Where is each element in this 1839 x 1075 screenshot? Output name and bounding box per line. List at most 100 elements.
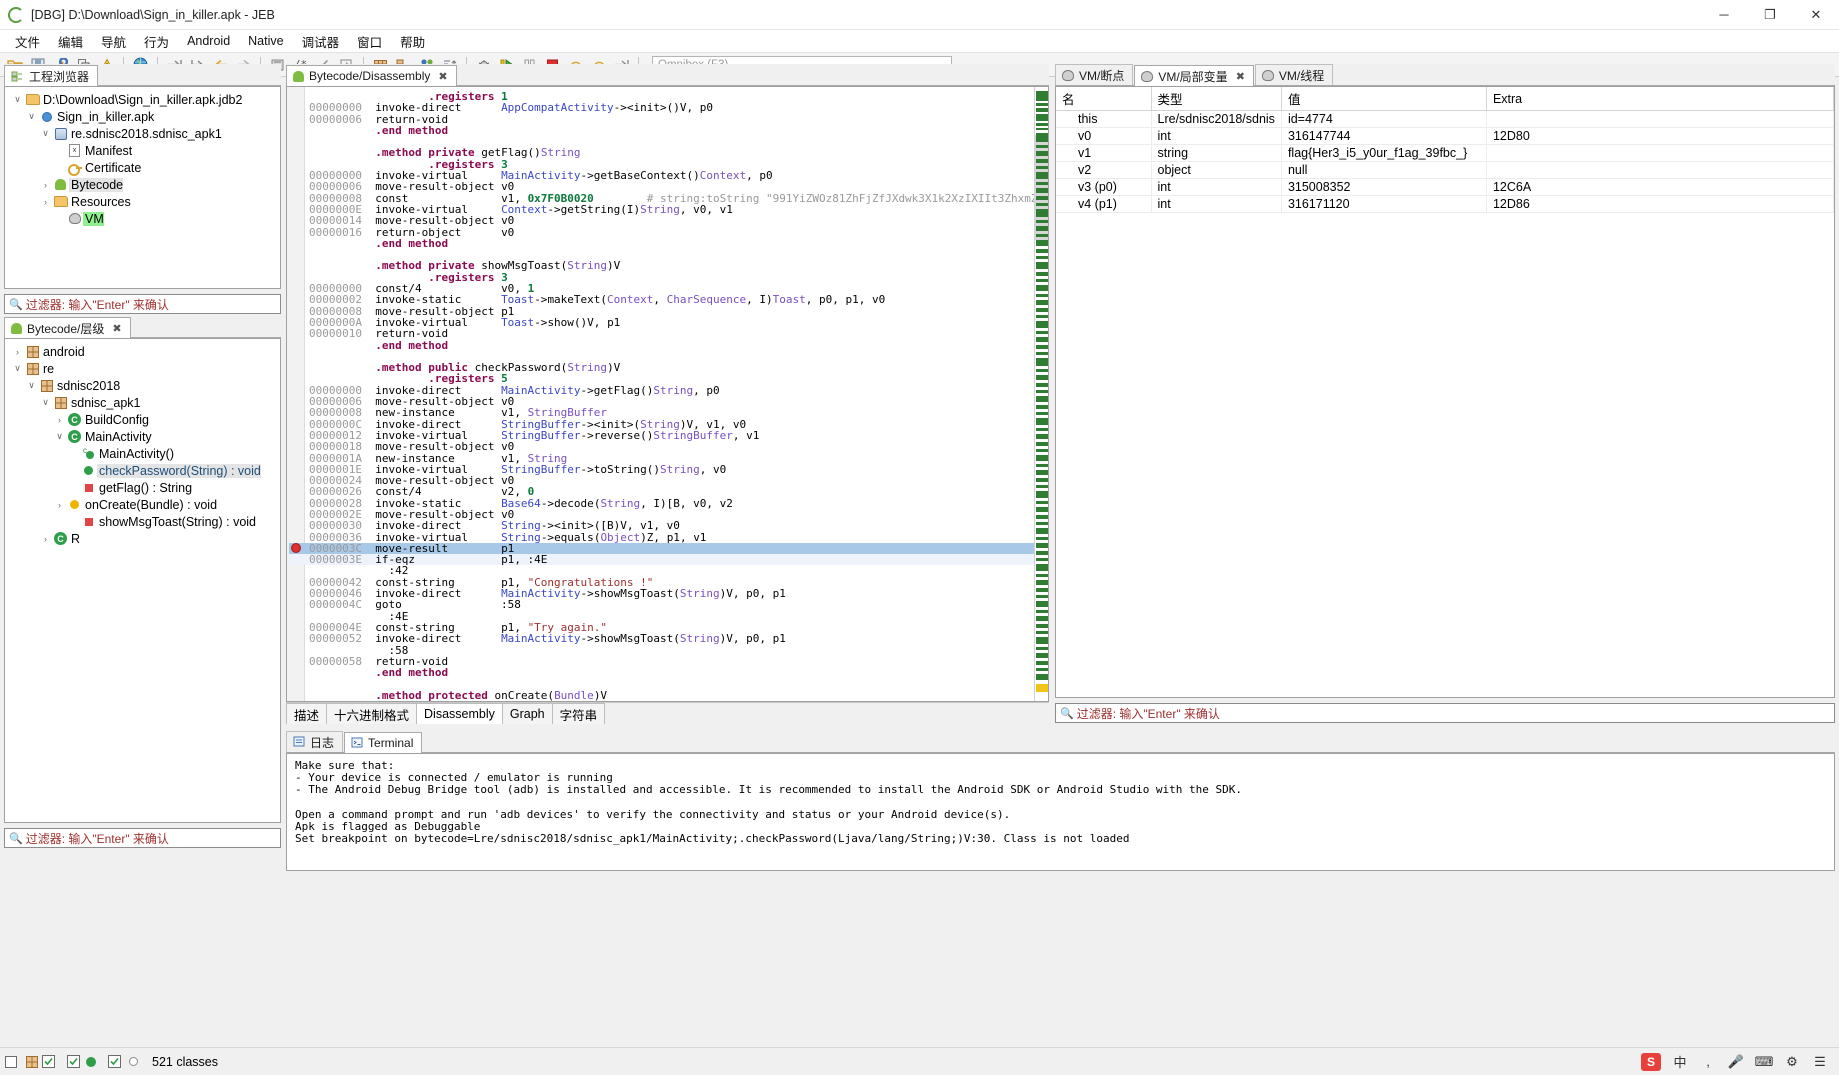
table-row[interactable]: v3 (p0)int31500835212C6A bbox=[1056, 179, 1834, 196]
sogou-icon[interactable]: S bbox=[1641, 1053, 1661, 1071]
code-line[interactable]: 00000014 move-result-object v0 bbox=[289, 215, 1048, 226]
tab-bytecode-disassembly[interactable]: Bytecode/Disassembly ✖ bbox=[286, 65, 457, 86]
bytecode-hierarchy-filter[interactable]: 🔍 过滤器: 输入"Enter" 来确认 bbox=[4, 828, 281, 848]
disassembly-code[interactable]: .registers 100000000 invoke-direct AppCo… bbox=[287, 87, 1048, 702]
tree-node-sdnisc-apk1[interactable]: ∨ sdnisc_apk1 bbox=[11, 394, 280, 411]
close-button[interactable]: ✕ bbox=[1793, 0, 1839, 30]
expand-chevron-icon[interactable]: › bbox=[39, 197, 52, 207]
minimize-button[interactable]: ─ bbox=[1701, 0, 1747, 30]
table-row[interactable]: v0int31614774412D80 bbox=[1056, 128, 1834, 145]
tree-node-android[interactable]: › android bbox=[11, 343, 280, 360]
vm-variables-filter[interactable]: 🔍 过滤器: 输入"Enter" 来确认 bbox=[1055, 703, 1835, 723]
tree-node-project-root[interactable]: ∨ D:\Download\Sign_in_killer.apk.jdb2 bbox=[11, 91, 280, 108]
status-checkbox-1[interactable] bbox=[5, 1056, 17, 1068]
column-header-type[interactable]: 类型 bbox=[1151, 87, 1281, 111]
tab-terminal[interactable]: Terminal bbox=[344, 732, 422, 753]
maximize-button[interactable]: ❐ bbox=[1747, 0, 1793, 30]
tree-node-buildconfig[interactable]: › C BuildConfig bbox=[11, 411, 280, 428]
tab-vm-local-variables[interactable]: VM/局部变量 ✖ bbox=[1134, 65, 1254, 86]
tab-vm-breakpoints[interactable]: VM/断点 bbox=[1055, 64, 1133, 85]
status-dot-grey[interactable] bbox=[129, 1057, 138, 1066]
microphone-icon[interactable]: 🎤 bbox=[1727, 1053, 1745, 1071]
tab-graph[interactable]: Graph bbox=[502, 703, 553, 724]
expand-chevron-icon[interactable]: ∨ bbox=[11, 94, 24, 105]
code-line[interactable]: .registers 3 bbox=[289, 701, 1048, 702]
status-check-green-1[interactable] bbox=[42, 1055, 55, 1068]
toolbox-icon[interactable]: ⚙ bbox=[1783, 1053, 1801, 1071]
editor-minimap-scrollbar[interactable] bbox=[1034, 87, 1048, 701]
menu-item-native[interactable]: Native bbox=[239, 32, 292, 50]
editor-body[interactable]: .registers 100000000 invoke-direct AppCo… bbox=[286, 86, 1049, 702]
expand-chevron-icon[interactable]: ∨ bbox=[39, 128, 52, 139]
tree-node-oncreate[interactable]: › onCreate(Bundle) : void bbox=[11, 496, 280, 513]
expand-chevron-icon[interactable]: ∨ bbox=[25, 380, 38, 391]
expand-chevron-icon[interactable]: ∨ bbox=[53, 431, 66, 442]
expand-chevron-icon[interactable]: › bbox=[39, 180, 52, 190]
expand-chevron-icon[interactable]: › bbox=[53, 500, 66, 510]
tree-node-mainactivity-ctor[interactable]: MainActivity() bbox=[11, 445, 280, 462]
expand-chevron-icon[interactable]: ∨ bbox=[25, 111, 38, 122]
menu-item-edit[interactable]: 编辑 bbox=[49, 30, 92, 53]
code-line[interactable]: .end method bbox=[289, 125, 1048, 136]
status-check-green-3[interactable] bbox=[108, 1055, 121, 1068]
menu-item-action[interactable]: 行为 bbox=[135, 30, 178, 53]
menu-item-help[interactable]: 帮助 bbox=[391, 30, 434, 53]
status-dot-green[interactable] bbox=[86, 1057, 96, 1067]
menu-item-window[interactable]: 窗口 bbox=[348, 30, 391, 53]
tree-node-sdnisc2018[interactable]: ∨ sdnisc2018 bbox=[11, 377, 280, 394]
code-line[interactable]: 00000026 const/4 v2, 0 bbox=[289, 486, 1048, 497]
code-line[interactable]: 00000002 invoke-static Toast->makeText(C… bbox=[289, 294, 1048, 305]
tab-log[interactable]: 日志 bbox=[286, 731, 343, 752]
column-header-value[interactable]: 值 bbox=[1281, 87, 1486, 111]
tab-hex-format[interactable]: 十六进制格式 bbox=[326, 703, 417, 724]
menu-item-debugger[interactable]: 调试器 bbox=[293, 30, 349, 53]
code-line[interactable]: .end method bbox=[289, 238, 1048, 249]
tab-strings[interactable]: 字符串 bbox=[552, 703, 606, 724]
tree-node-certificate[interactable]: Certificate bbox=[11, 159, 280, 176]
terminal-body[interactable]: Make sure that: - Your device is connect… bbox=[286, 753, 1835, 871]
tab-project-explorer[interactable]: 工程浏览器 bbox=[4, 65, 98, 86]
menu-item-android[interactable]: Android bbox=[178, 32, 239, 50]
breakpoint-marker[interactable] bbox=[291, 543, 301, 553]
code-line[interactable]: 00000000 invoke-direct AppCompatActivity… bbox=[289, 102, 1048, 113]
tree-node-mainactivity[interactable]: ∨ C MainActivity bbox=[11, 428, 280, 445]
keyboard-icon[interactable]: ⌨ bbox=[1755, 1053, 1773, 1071]
tree-node-package[interactable]: ∨ re.sdnisc2018.sdnisc_apk1 bbox=[11, 125, 280, 142]
tree-node-checkpassword[interactable]: checkPassword(String) : void bbox=[11, 462, 280, 479]
tab-vm-threads[interactable]: VM/线程 bbox=[1255, 64, 1333, 85]
close-icon[interactable]: ✖ bbox=[438, 70, 447, 83]
status-grid-icon[interactable] bbox=[26, 1056, 38, 1068]
close-icon[interactable]: ✖ bbox=[1236, 70, 1245, 83]
tree-node-manifest[interactable]: x Manifest bbox=[11, 142, 280, 159]
tree-node-r[interactable]: › C R bbox=[11, 530, 280, 547]
tree-node-resources[interactable]: › Resources bbox=[11, 193, 280, 210]
code-line[interactable]: 00000018 move-result-object v0 bbox=[289, 441, 1048, 452]
tab-bytecode-hierarchy[interactable]: Bytecode/层级 ✖ bbox=[4, 317, 131, 338]
ime-punctuation-icon[interactable]: , bbox=[1699, 1053, 1717, 1071]
expand-chevron-icon[interactable]: › bbox=[11, 347, 24, 357]
code-line[interactable]: .end method bbox=[289, 340, 1048, 351]
table-row[interactable]: thisLre/sdnisc2018/sdnisid=4774 bbox=[1056, 111, 1834, 128]
code-line[interactable]: .end method bbox=[289, 667, 1048, 678]
table-row[interactable]: v4 (p1)int31617112012D86 bbox=[1056, 196, 1834, 213]
menu-icon[interactable]: ☰ bbox=[1811, 1053, 1829, 1071]
tree-node-bytecode[interactable]: › Bytecode bbox=[11, 176, 280, 193]
menu-item-navigate[interactable]: 导航 bbox=[92, 30, 135, 53]
tab-description[interactable]: 描述 bbox=[286, 703, 327, 724]
tree-node-getflag[interactable]: getFlag() : String bbox=[11, 479, 280, 496]
project-explorer-filter[interactable]: 🔍 过滤器: 输入"Enter" 来确认 bbox=[4, 294, 281, 314]
ime-chinese-icon[interactable]: 中 bbox=[1671, 1053, 1689, 1071]
tab-disassembly[interactable]: Disassembly bbox=[416, 703, 503, 724]
expand-chevron-icon[interactable]: ∨ bbox=[11, 363, 24, 374]
table-row[interactable]: v1stringflag{Her3_i5_y0ur_f1ag_39fbc_} bbox=[1056, 145, 1834, 162]
expand-chevron-icon[interactable]: › bbox=[53, 415, 66, 425]
column-header-name[interactable]: 名 bbox=[1056, 87, 1151, 111]
column-header-extra[interactable]: Extra bbox=[1486, 87, 1833, 111]
expand-chevron-icon[interactable]: ∨ bbox=[39, 397, 52, 408]
expand-chevron-icon[interactable]: › bbox=[39, 534, 52, 544]
status-check-green-2[interactable] bbox=[67, 1055, 80, 1068]
close-icon[interactable]: ✖ bbox=[112, 322, 121, 335]
tree-node-showmsgtoast[interactable]: showMsgToast(String) : void bbox=[11, 513, 280, 530]
tree-node-apk[interactable]: ∨ Sign_in_killer.apk bbox=[11, 108, 280, 125]
menu-item-file[interactable]: 文件 bbox=[6, 30, 49, 53]
